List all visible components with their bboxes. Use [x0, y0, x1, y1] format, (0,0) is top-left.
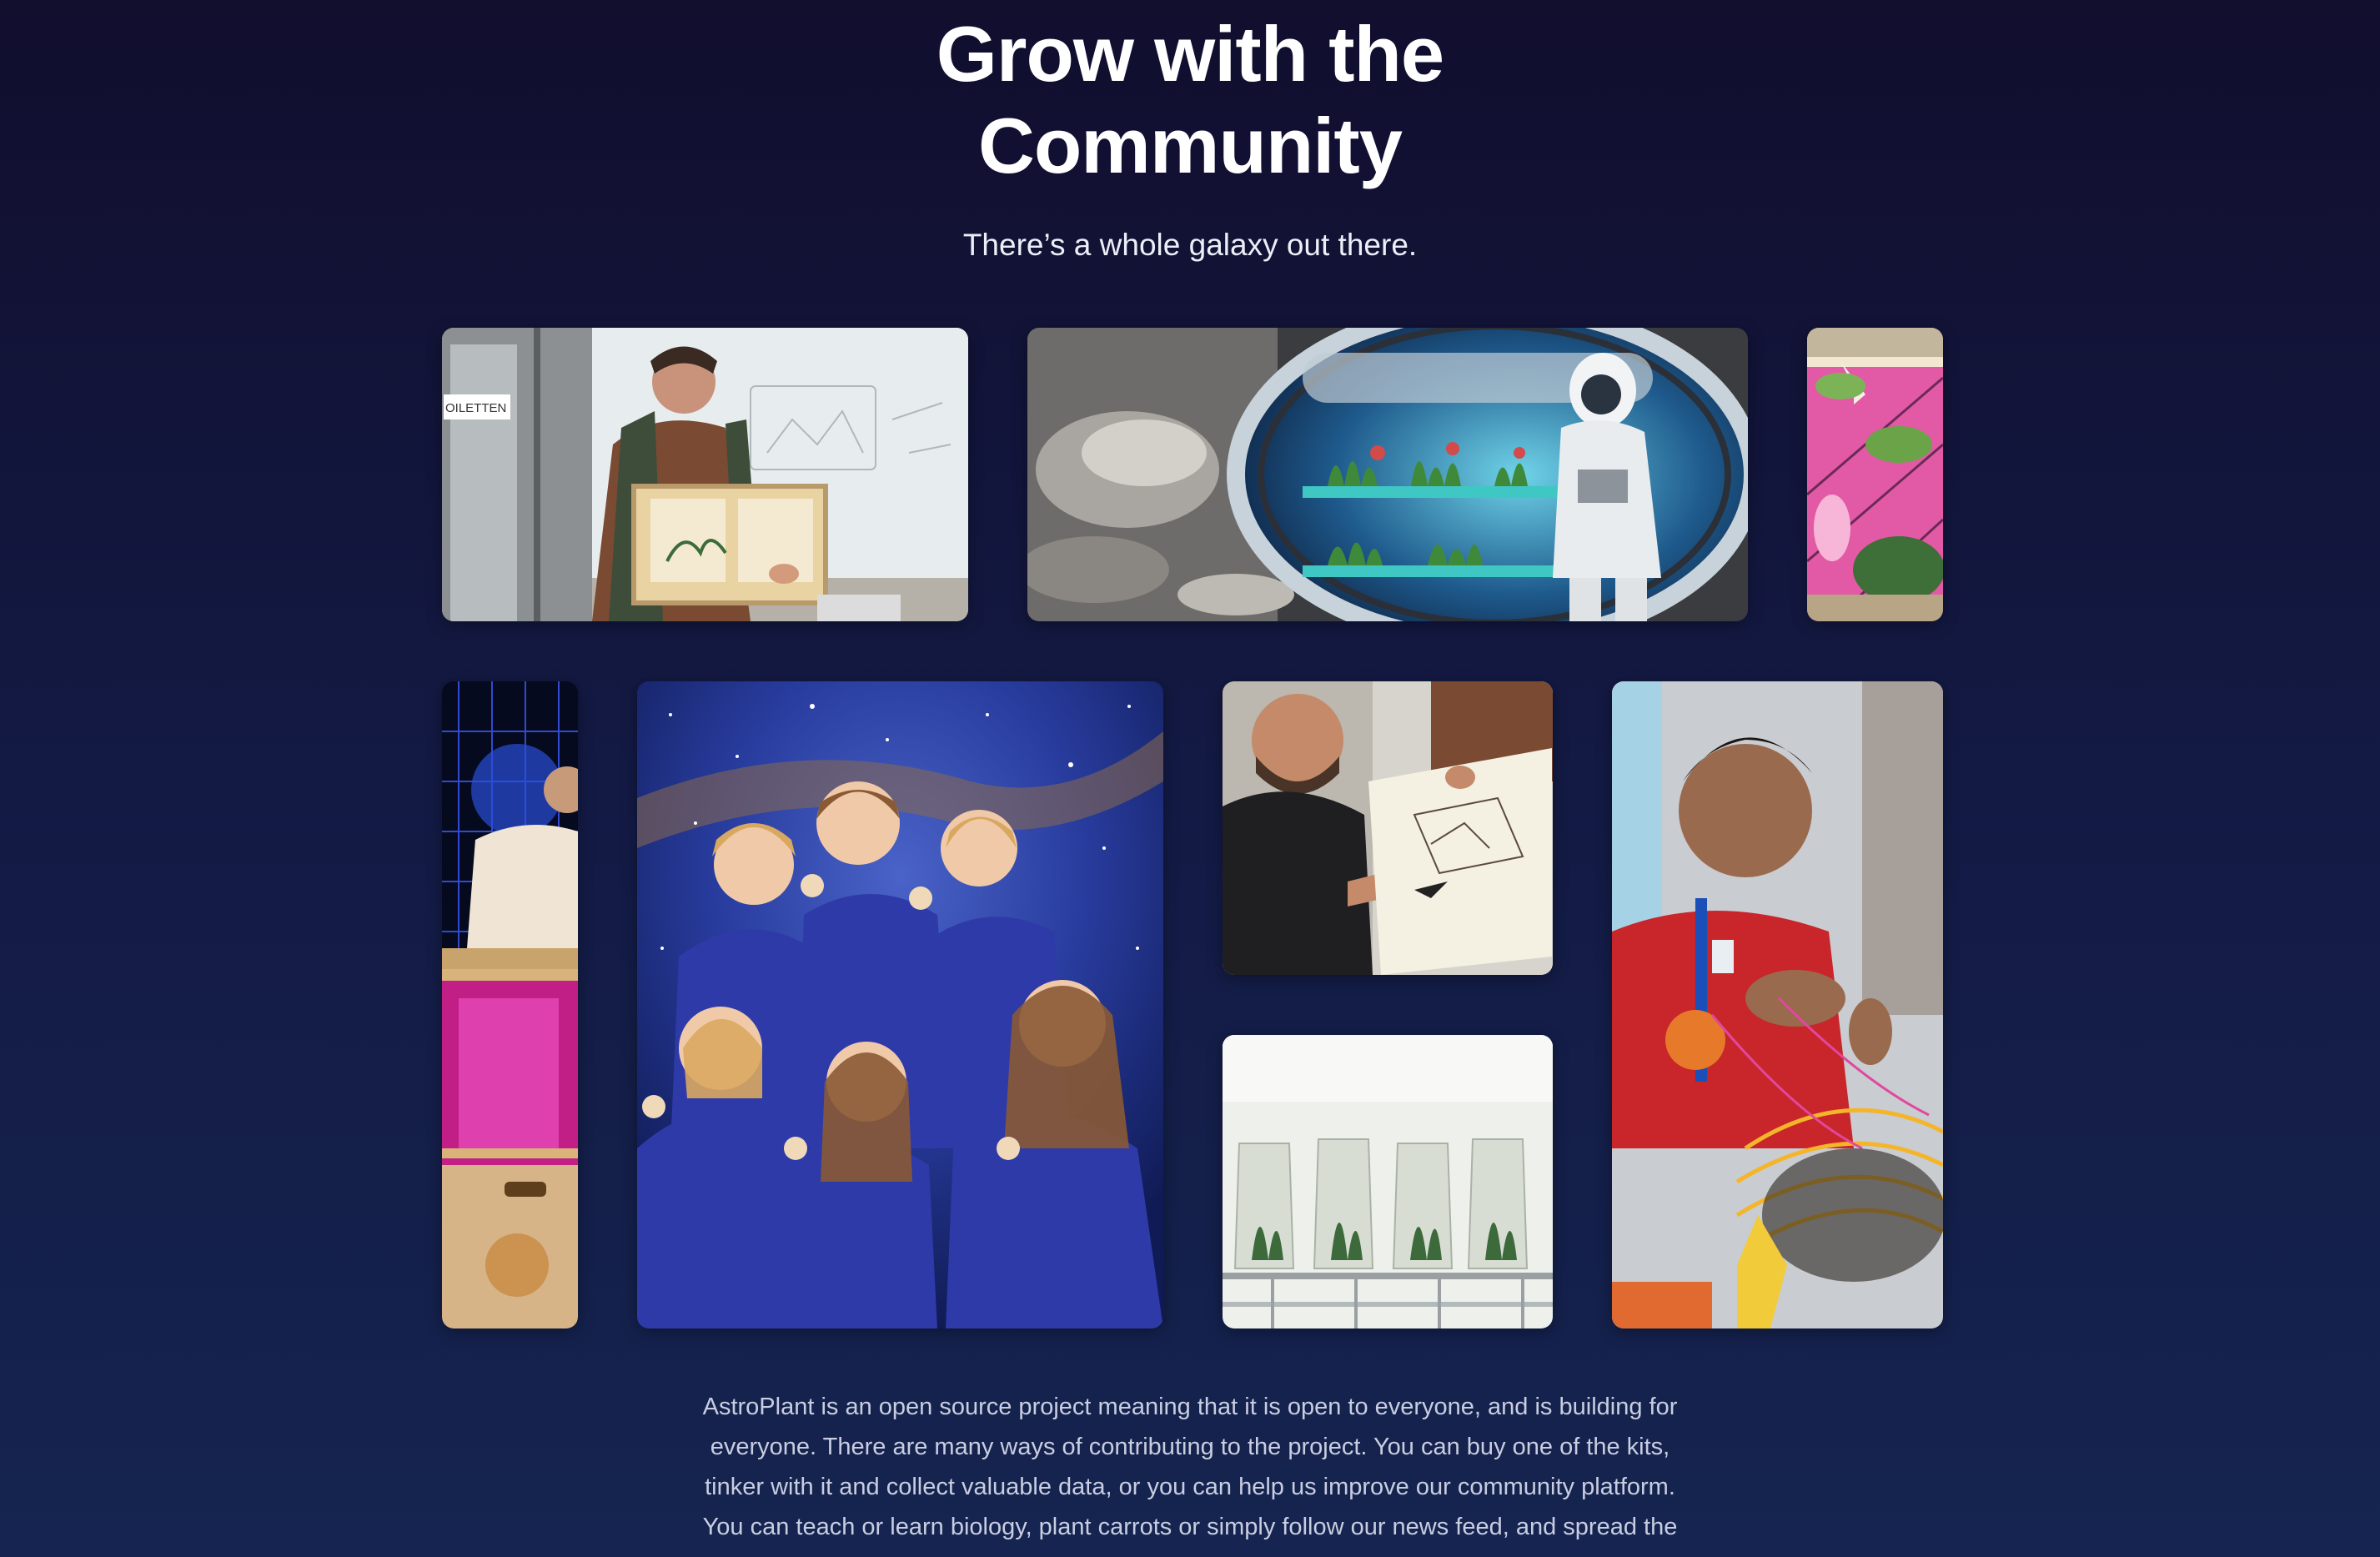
title-line-1: Grow with the	[936, 10, 1444, 98]
photo-student-presenting-kit: OILETTEN	[442, 328, 968, 621]
community-section: Grow with the Community There’s a whole …	[0, 0, 2380, 1557]
section-subtitle: There’s a whole galaxy out there.	[962, 228, 1418, 262]
photo-pink-grow-light	[1807, 328, 1943, 621]
photo-plants-in-flasks	[1223, 1035, 1553, 1328]
photo-sign-text: OILETTEN	[445, 401, 506, 415]
section-title: Grow with the Community	[773, 8, 1607, 192]
photo-grow-box-display	[442, 681, 578, 1328]
photo-boy-wiring-electronics	[1612, 681, 1943, 1328]
photo-man-showing-sketch	[1223, 681, 1553, 975]
title-line-2: Community	[978, 102, 1403, 189]
photo-kids-in-flight-suits	[637, 681, 1163, 1328]
photo-astronaut-lunar-greenhouse	[1027, 328, 1748, 621]
community-description: AstroPlant is an open source project mea…	[702, 1394, 1678, 1540]
